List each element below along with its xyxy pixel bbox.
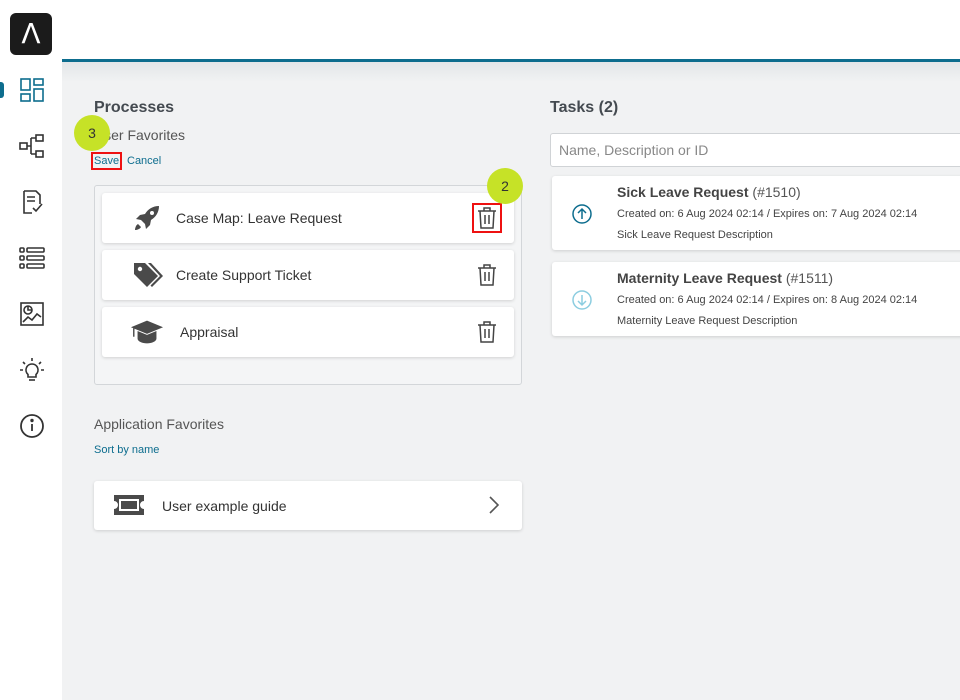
nav-report[interactable] — [16, 298, 48, 330]
application-favorite-item[interactable]: User example guide — [94, 481, 522, 530]
report-icon — [20, 302, 44, 326]
info-icon — [20, 414, 44, 438]
task-card[interactable]: Maternity Leave Request (#1511) Created … — [552, 262, 960, 336]
favorite-item-label: Case Map: Leave Request — [176, 210, 342, 226]
trash-icon — [478, 207, 496, 229]
favorite-item-label: Appraisal — [180, 324, 239, 340]
task-search-input[interactable] — [550, 133, 960, 167]
nav-info[interactable] — [16, 410, 48, 442]
favorite-item-label: Create Support Ticket — [176, 267, 312, 283]
application-favorite-label: User example guide — [162, 498, 287, 514]
processes-title: Processes — [94, 99, 175, 116]
list-icon — [19, 247, 45, 269]
task-id: (#1510) — [752, 184, 801, 200]
step-badge: 3 — [74, 115, 110, 151]
task-dates: Created on: 6 Aug 2024 02:14 / Expires o… — [617, 294, 918, 306]
task-name: Sick Leave Request — [617, 184, 749, 200]
nav-checklist[interactable] — [16, 186, 48, 218]
graduation-cap-icon — [130, 316, 164, 348]
header-shadow — [62, 62, 960, 82]
tasks-title: Tasks (2) — [550, 99, 619, 116]
process-flow-icon — [19, 134, 44, 158]
task-description: Maternity Leave Request Description — [617, 315, 798, 327]
task-name: Maternity Leave Request — [617, 270, 782, 286]
sidebar: Λ — [0, 0, 62, 700]
task-title: Sick Leave Request (#1510) — [617, 184, 801, 200]
delete-favorite-button[interactable] — [472, 203, 502, 233]
app-logo[interactable]: Λ — [10, 13, 52, 55]
application-favorites-label: Application Favorites — [94, 416, 224, 432]
trash-icon — [478, 264, 496, 286]
lightbulb-icon — [20, 358, 44, 381]
trash-icon — [478, 321, 496, 343]
favorite-item[interactable]: Create Support Ticket — [102, 250, 514, 300]
task-dates: Created on: 6 Aug 2024 02:14 / Expires o… — [617, 208, 918, 220]
dashboard-icon — [20, 78, 44, 102]
task-id: (#1511) — [785, 270, 834, 286]
sort-by-name-link[interactable]: Sort by name — [94, 444, 159, 456]
task-card[interactable]: Sick Leave Request (#1510) Created on: 6… — [552, 176, 960, 250]
logo-letter: Λ — [21, 17, 41, 50]
ticket-icon — [114, 495, 144, 515]
nav-dashboard[interactable] — [16, 74, 48, 106]
top-header — [62, 0, 960, 59]
checklist-icon — [23, 190, 43, 214]
arrow-down-circle-icon — [572, 290, 592, 310]
delete-favorite-button[interactable] — [474, 262, 500, 288]
nav-list[interactable] — [16, 242, 48, 274]
step-badge: 2 — [487, 168, 523, 204]
task-description: Sick Leave Request Description — [617, 229, 773, 241]
nav-process-flow[interactable] — [16, 130, 48, 162]
favorite-item[interactable]: Appraisal — [102, 307, 514, 357]
nav-active-indicator — [0, 82, 4, 98]
arrow-up-circle-icon — [572, 204, 592, 224]
task-title: Maternity Leave Request (#1511) — [617, 270, 833, 286]
favorite-item[interactable]: Case Map: Leave Request — [102, 193, 514, 243]
rocket-icon — [130, 202, 164, 234]
chevron-right-icon — [489, 496, 500, 514]
nav-ideas[interactable] — [16, 354, 48, 386]
save-button[interactable]: Save — [90, 152, 123, 170]
tags-icon — [130, 259, 164, 291]
delete-favorite-button[interactable] — [474, 319, 500, 345]
cancel-button[interactable]: Cancel — [127, 155, 161, 167]
